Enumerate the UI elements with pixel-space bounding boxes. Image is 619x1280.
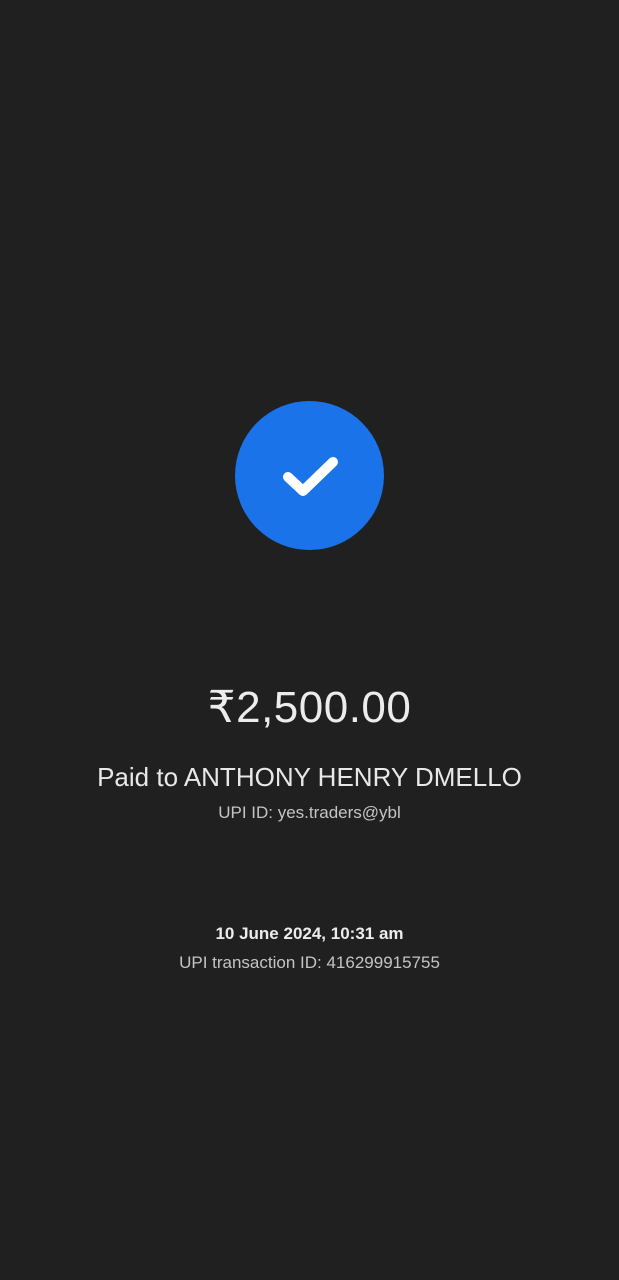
payment-amount: ₹2,500.00 bbox=[207, 683, 412, 732]
success-badge bbox=[235, 401, 384, 550]
check-icon bbox=[282, 456, 338, 496]
payee-upi-id: UPI ID: yes.traders@ybl bbox=[218, 803, 401, 822]
transaction-datetime: 10 June 2024, 10:31 am bbox=[215, 924, 404, 943]
payee-name: Paid to ANTHONY HENRY DMELLO bbox=[97, 762, 522, 792]
upi-transaction-id: UPI transaction ID: 416299915755 bbox=[179, 953, 440, 972]
